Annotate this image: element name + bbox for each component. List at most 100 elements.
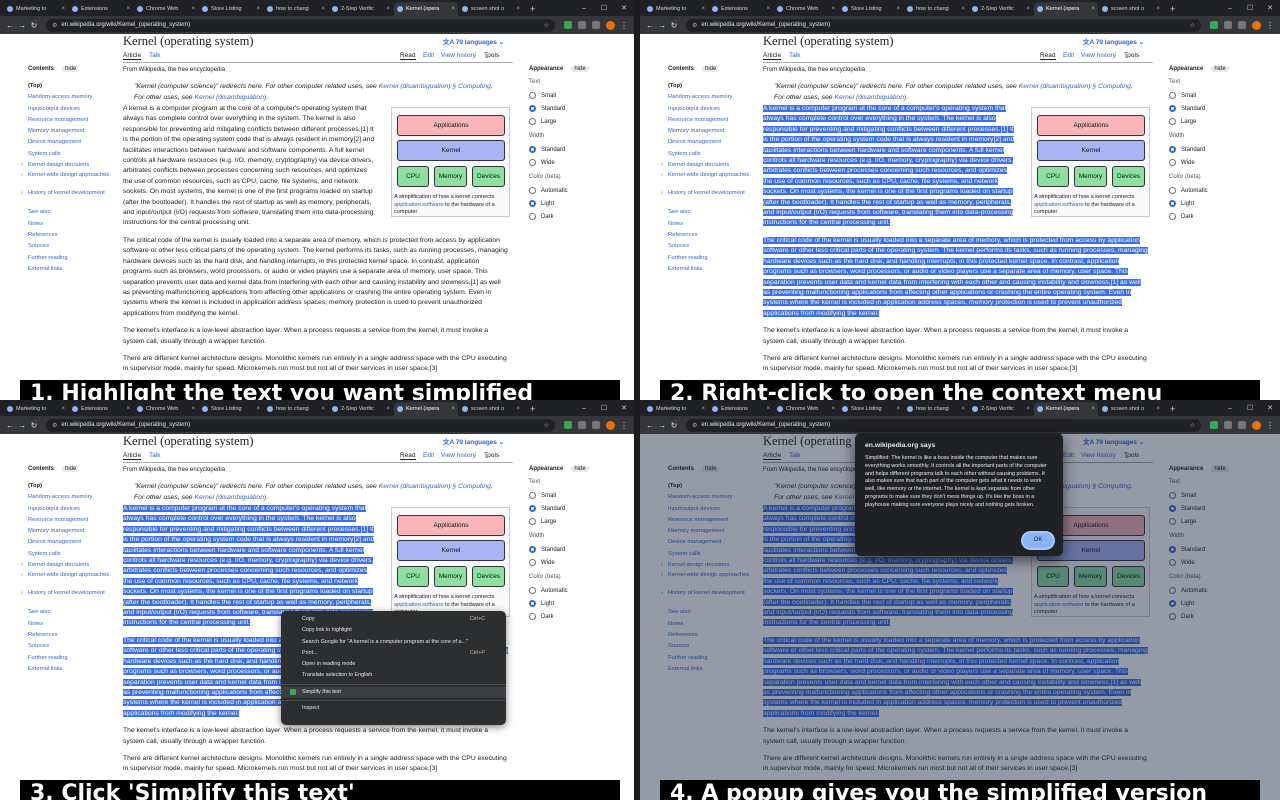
radio-icon[interactable]: [529, 146, 536, 153]
close-tab-icon[interactable]: ×: [126, 406, 130, 412]
radio-icon[interactable]: [529, 213, 536, 220]
browser-tab[interactable]: Marketing to ×: [4, 2, 68, 16]
toc-item[interactable]: Sources: [668, 241, 756, 252]
radio-icon[interactable]: [529, 118, 536, 125]
toc-item[interactable]: (Top): [28, 481, 116, 492]
close-tab-icon[interactable]: ×: [321, 6, 325, 12]
minimize-icon[interactable]: –: [1220, 2, 1240, 16]
context-menu-item[interactable]: Search Google for "A kernel is a compute…: [281, 637, 506, 648]
languages-button[interactable]: 文A 79 languages ⌄: [443, 436, 504, 446]
toc-item[interactable]: Device management: [28, 137, 116, 148]
forward-icon[interactable]: →: [656, 421, 668, 430]
radio-option[interactable]: Large: [1169, 115, 1269, 128]
tools-dropdown[interactable]: Tools ⌄: [484, 452, 499, 460]
hatnote-section-link[interactable]: § Computing: [452, 83, 491, 90]
close-tab-icon[interactable]: ×: [1026, 6, 1030, 12]
address-bar[interactable]: ⚙ en.wikipedia.org/wiki/Kernel_(operatin…: [686, 18, 1201, 32]
menu-kebab-icon[interactable]: ⋮: [1264, 421, 1276, 430]
close-tab-icon[interactable]: ×: [1026, 406, 1030, 412]
tab-edit[interactable]: Edit: [423, 452, 434, 459]
back-icon[interactable]: ←: [644, 21, 656, 30]
radio-option[interactable]: Standard: [1169, 102, 1269, 115]
simplify-extension-icon[interactable]: [1210, 21, 1218, 29]
toc-item[interactable]: Device management: [668, 137, 756, 148]
close-tab-icon[interactable]: ×: [766, 6, 770, 12]
profile-avatar[interactable]: [1252, 20, 1261, 30]
close-tab-icon[interactable]: ×: [1156, 406, 1160, 412]
radio-option[interactable]: Light: [1169, 197, 1269, 210]
toc-item[interactable]: Notes: [28, 219, 116, 230]
maximize-icon[interactable]: ☐: [594, 2, 614, 16]
browser-tab[interactable]: how to chang ×: [264, 402, 328, 416]
close-tab-icon[interactable]: ×: [1091, 406, 1095, 412]
radio-option[interactable]: Dark: [529, 610, 629, 623]
simplify-extension-icon[interactable]: [564, 421, 572, 429]
context-menu-item[interactable]: Print... Ctrl+P: [281, 648, 506, 659]
close-tab-icon[interactable]: ×: [256, 406, 260, 412]
chevron-right-icon[interactable]: ›: [21, 572, 23, 579]
radio-icon[interactable]: [1169, 213, 1176, 220]
hatnote-section-link[interactable]: § Computing: [452, 483, 491, 490]
close-tab-icon[interactable]: ×: [1156, 6, 1160, 12]
browser-tab[interactable]: how to chang ×: [904, 402, 968, 416]
close-tab-icon[interactable]: ×: [831, 6, 835, 12]
maximize-icon[interactable]: ☐: [1240, 402, 1260, 416]
close-tab-icon[interactable]: ×: [516, 406, 520, 412]
tab-view-history[interactable]: View history: [441, 452, 476, 459]
reload-icon[interactable]: ↻: [28, 21, 40, 30]
close-window-icon[interactable]: ✕: [614, 402, 634, 416]
maximize-icon[interactable]: ☐: [1240, 2, 1260, 16]
radio-icon[interactable]: [529, 505, 536, 512]
reload-icon[interactable]: ↻: [668, 21, 680, 30]
appearance-hide-button[interactable]: hide: [571, 466, 589, 472]
radio-icon[interactable]: [529, 92, 536, 99]
hatnote-link-2[interactable]: Kernel (disambiguation): [834, 94, 906, 101]
toc-item[interactable]: › Kernel design decisions: [661, 160, 756, 171]
chevron-right-icon[interactable]: ›: [661, 160, 663, 171]
site-info-icon[interactable]: ⚙: [52, 22, 57, 29]
browser-tab[interactable]: screen shot o ×: [1099, 2, 1163, 16]
chevron-right-icon[interactable]: ›: [21, 190, 23, 197]
radio-option[interactable]: Wide: [1169, 156, 1269, 169]
close-tab-icon[interactable]: ×: [386, 6, 390, 12]
radio-option[interactable]: Large: [529, 515, 629, 528]
back-icon[interactable]: ←: [4, 421, 16, 430]
toc-item[interactable]: Resource management: [28, 115, 116, 126]
minimize-icon[interactable]: –: [1220, 402, 1240, 416]
toc-item[interactable]: Notes: [668, 219, 756, 230]
forward-icon[interactable]: →: [16, 421, 28, 430]
radio-icon[interactable]: [1169, 159, 1176, 166]
toc-hide-button[interactable]: hide: [62, 466, 80, 472]
browser-tab[interactable]: Extensions ×: [69, 2, 133, 16]
close-tab-icon[interactable]: ×: [321, 406, 325, 412]
toc-item[interactable]: See also: [28, 207, 116, 218]
toc-hide-button[interactable]: hide: [62, 66, 80, 72]
radio-icon[interactable]: [529, 187, 536, 194]
radio-icon[interactable]: [529, 587, 536, 594]
tab-read[interactable]: Read: [1040, 52, 1056, 60]
toc-item[interactable]: › History of kernel development: [21, 589, 116, 607]
menu-kebab-icon[interactable]: ⋮: [618, 21, 630, 30]
site-info-icon[interactable]: ⚙: [692, 22, 697, 29]
tab-edit[interactable]: Edit: [1063, 52, 1074, 59]
appearance-hide-button[interactable]: hide: [1211, 66, 1229, 72]
toc-item[interactable]: Notes: [28, 619, 116, 630]
toc-item[interactable]: Random-access memory: [28, 492, 116, 503]
radio-icon[interactable]: [529, 613, 536, 620]
close-tab-icon[interactable]: ×: [831, 406, 835, 412]
browser-tab[interactable]: Store Listing ×: [839, 2, 903, 16]
toc-item[interactable]: References: [28, 630, 116, 641]
radio-option[interactable]: Standard: [529, 143, 629, 156]
toc-item[interactable]: › Kernel-wide design approaches: [21, 171, 116, 189]
new-tab-button[interactable]: +: [1164, 402, 1181, 416]
tab-talk[interactable]: Talk: [789, 52, 801, 59]
radio-icon[interactable]: [529, 105, 536, 112]
toc-item[interactable]: References: [28, 230, 116, 241]
close-tab-icon[interactable]: ×: [126, 6, 130, 12]
toc-item[interactable]: System calls: [28, 549, 116, 560]
radio-option[interactable]: Dark: [1169, 210, 1269, 223]
new-tab-button[interactable]: +: [1164, 2, 1181, 16]
radio-option[interactable]: Small: [529, 489, 629, 502]
close-tab-icon[interactable]: ×: [701, 406, 705, 412]
chevron-right-icon[interactable]: ›: [21, 172, 23, 179]
